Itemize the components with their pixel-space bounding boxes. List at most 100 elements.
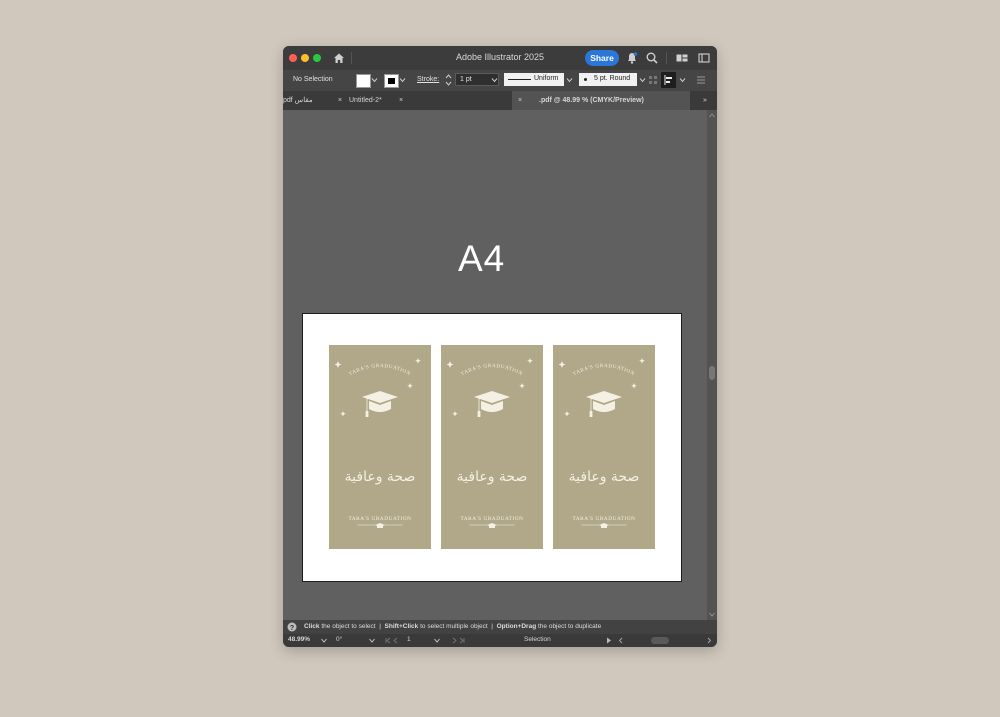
card-artwork: TARA'S GRADUATION صحة وعافية TARA'S GRAD… xyxy=(558,358,645,528)
svg-text:?: ? xyxy=(290,625,294,632)
profile-line xyxy=(508,79,531,80)
card-footer-text: TARA'S GRADUATION xyxy=(572,516,635,522)
sparkle-icon xyxy=(527,358,533,364)
workspace-icon[interactable] xyxy=(675,51,689,65)
card-1[interactable]: TARA'S GRADUATION صحة وعافية TARA'S GRAD… xyxy=(329,345,431,549)
help-icon[interactable]: ? xyxy=(287,622,297,632)
canvas[interactable]: A4 TARA'S GRADUATION صحة وعافية TARA'S G… xyxy=(283,110,707,620)
card-arc-text: TARA'S GRADUATION xyxy=(573,364,635,377)
share-button[interactable]: Share xyxy=(585,50,619,66)
sparkle-icon xyxy=(564,411,570,417)
next-last-artboard-icon[interactable] xyxy=(447,637,467,644)
horizontal-scroll-thumb[interactable] xyxy=(651,637,669,644)
tab-label: مقاس pdf xyxy=(283,97,313,104)
tabs-overflow-icon[interactable]: » xyxy=(703,91,715,110)
svg-text:TARA'S GRADUATION: TARA'S GRADUATION xyxy=(461,364,524,377)
recolor-grid-icon[interactable] xyxy=(648,75,658,85)
stroke-label[interactable]: Stroke: xyxy=(417,76,439,83)
variable-width-profile[interactable]: Uniform xyxy=(504,73,564,86)
chevron-down-icon[interactable] xyxy=(434,638,440,643)
chevron-down-icon[interactable] xyxy=(639,77,646,83)
card-arc-text: TARA'S GRADUATION xyxy=(349,364,411,377)
title-bar: Adobe Illustrator 2025 Share xyxy=(283,46,717,70)
search-icon[interactable] xyxy=(645,51,659,65)
small-cap-icon xyxy=(489,525,495,528)
notification-bell-icon[interactable] xyxy=(625,51,639,65)
brush-definition[interactable]: 5 pt. Round xyxy=(579,73,637,86)
arabic-calligraphy: صحة وعافية xyxy=(345,469,416,485)
scroll-down-icon[interactable] xyxy=(709,612,715,617)
scroll-right-icon[interactable] xyxy=(707,637,712,644)
first-previous-artboard-icon[interactable] xyxy=(383,637,403,644)
arabic-calligraphy: صحة وعافية xyxy=(457,469,528,485)
small-cap-icon xyxy=(377,525,383,528)
hint-separator: | xyxy=(491,623,493,630)
chevron-down-icon[interactable] xyxy=(371,77,378,83)
align-button[interactable] xyxy=(661,72,676,88)
sparkle-icon xyxy=(631,383,637,389)
chevron-down-icon[interactable] xyxy=(321,638,327,643)
vertical-scrollbar[interactable] xyxy=(707,110,717,620)
illustrator-window: Adobe Illustrator 2025 Share No Selectio… xyxy=(283,46,717,647)
card-arc-text: TARA'S GRADUATION xyxy=(461,364,523,377)
svg-text:TARA'S GRADUATION: TARA'S GRADUATION xyxy=(349,364,412,377)
document-tabs: مقاس pdf × Untitled-2* × × .pdf @ 48.99 … xyxy=(283,91,717,110)
chevron-down-icon[interactable] xyxy=(491,77,498,83)
scroll-thumb[interactable] xyxy=(709,366,715,380)
close-tab-icon[interactable]: × xyxy=(337,91,343,110)
brush-dot-icon xyxy=(584,78,587,81)
rotation-value[interactable]: 0° xyxy=(336,636,342,643)
chevron-down-icon[interactable] xyxy=(399,77,406,83)
selection-status: No Selection xyxy=(293,76,333,83)
card-3[interactable]: TARA'S GRADUATION صحة وعافية TARA'S GRAD… xyxy=(553,345,655,549)
graduation-cap-icon xyxy=(586,391,622,417)
fill-swatch[interactable] xyxy=(356,74,371,88)
close-tab-icon[interactable]: × xyxy=(518,91,522,110)
control-bar: No Selection Stroke: 1 pt Uniform 5 pt. … xyxy=(283,70,717,91)
play-arrow-icon[interactable] xyxy=(606,637,612,644)
more-options-icon[interactable] xyxy=(696,75,706,85)
hint-option-drag: Option+Drag xyxy=(496,623,537,630)
chevron-down-icon[interactable] xyxy=(566,77,573,83)
sparkle-icon xyxy=(340,411,346,417)
status-hint-bar: ? Click the object to select | Shift+Cli… xyxy=(283,620,717,634)
sparkle-icon xyxy=(452,411,458,417)
sparkle-icon xyxy=(558,361,566,368)
stroke-swatch[interactable] xyxy=(384,74,399,88)
graduation-cap-icon xyxy=(362,391,398,417)
chevron-down-icon[interactable] xyxy=(369,638,375,643)
svg-text:TARA'S GRADUATION: TARA'S GRADUATION xyxy=(573,364,636,377)
scroll-up-icon[interactable] xyxy=(709,113,715,118)
tab-untitled-2[interactable]: Untitled-2* xyxy=(349,91,399,110)
hint-click-desc: the object to select xyxy=(321,623,376,630)
sparkle-icon xyxy=(446,361,454,368)
brush-label: 5 pt. Round xyxy=(594,75,631,82)
card-artwork: TARA'S GRADUATION صحة وعافية TARA'S GRAD… xyxy=(446,358,533,528)
tab-label: .pdf @ 48.99 % (CMYK/Preview) xyxy=(539,97,644,104)
artboard[interactable]: TARA'S GRADUATION صحة وعافية TARA'S GRAD… xyxy=(302,313,682,582)
align-left-icon xyxy=(664,75,672,85)
chevron-down-icon[interactable] xyxy=(679,77,686,83)
status-hint-text: Click the object to select | Shift+Click… xyxy=(304,623,601,630)
hint-shift-click: Shift+Click xyxy=(384,623,419,630)
small-cap-icon xyxy=(601,525,607,528)
hint-shift-click-desc: to select multiple object xyxy=(420,623,488,630)
profile-label: Uniform xyxy=(534,75,559,82)
hint-separator: | xyxy=(379,623,381,630)
scroll-left-icon[interactable] xyxy=(618,637,623,644)
card-artwork: TARA'S GRADUATION صحة وعافية TARA'S GRAD… xyxy=(334,358,421,528)
artboard-number[interactable]: 1 xyxy=(407,636,411,643)
tab-size-pdf[interactable]: مقاس pdf xyxy=(283,91,335,110)
arabic-calligraphy: صحة وعافية xyxy=(569,469,640,485)
tab-active-document[interactable]: × .pdf @ 48.99 % (CMYK/Preview) xyxy=(512,91,690,110)
divider xyxy=(666,52,667,64)
close-tab-icon[interactable]: × xyxy=(399,91,405,110)
panel-toggle-icon[interactable] xyxy=(697,51,711,65)
hint-click: Click xyxy=(304,623,320,630)
current-tool: Selection xyxy=(524,636,551,643)
sparkle-icon xyxy=(407,383,413,389)
stepper-arrows-icon[interactable] xyxy=(445,73,452,87)
card-2[interactable]: TARA'S GRADUATION صحة وعافية TARA'S GRAD… xyxy=(441,345,543,549)
zoom-level[interactable]: 48.99% xyxy=(288,636,310,643)
card-footer-text: TARA'S GRADUATION xyxy=(348,516,411,522)
